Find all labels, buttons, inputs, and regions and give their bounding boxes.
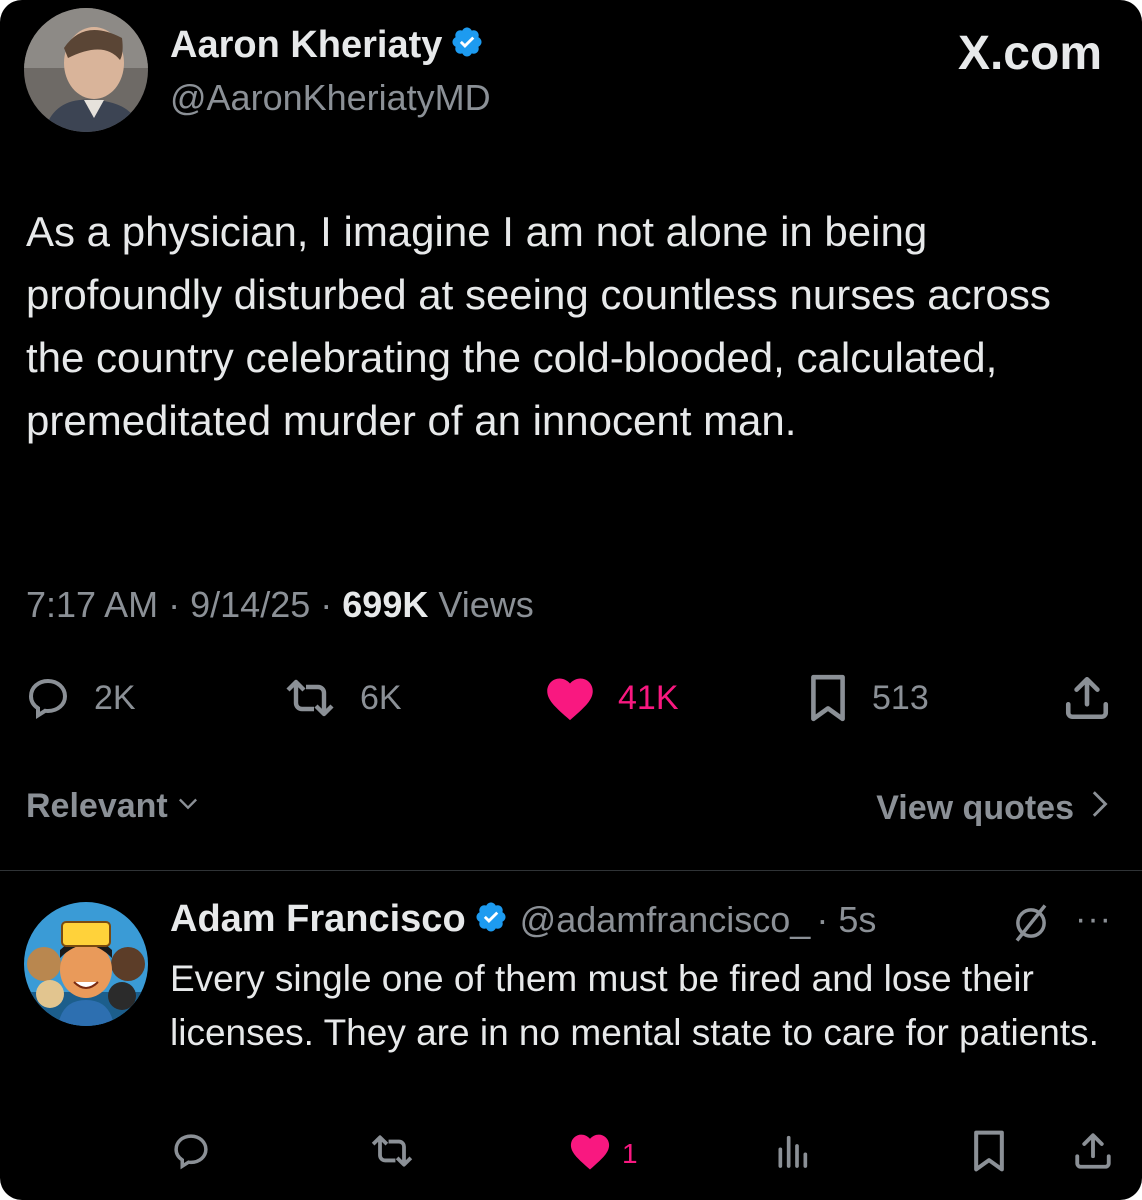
reply-author-avatar[interactable] xyxy=(24,902,148,1026)
verified-badge-icon xyxy=(450,25,484,69)
reply-repost-button[interactable] xyxy=(368,1132,416,1176)
slashed-circle-icon[interactable] xyxy=(1010,902,1052,949)
post-time[interactable]: 7:17 AM xyxy=(26,584,158,625)
author-name-text: Aaron Kheriaty xyxy=(170,24,443,66)
bookmark-icon xyxy=(806,673,850,723)
reply-share-button[interactable] xyxy=(1072,1132,1114,1176)
repost-arrows-icon xyxy=(368,1130,416,1179)
bookmark-icon xyxy=(970,1129,1008,1180)
author-handle[interactable]: @AaronKheriatyMD xyxy=(170,77,491,119)
bookmark-button[interactable]: 513 xyxy=(806,672,929,724)
reply-reply-button[interactable] xyxy=(170,1132,212,1176)
reply-header: Adam Francisco @adamfrancisco_ · 5s xyxy=(170,898,876,941)
view-quotes-link[interactable]: View quotes xyxy=(876,787,1112,830)
reply-author-handle[interactable]: @adamfrancisco_ xyxy=(520,899,811,941)
more-options-button[interactable]: ··· xyxy=(1075,900,1112,939)
divider xyxy=(0,870,1142,871)
heart-icon xyxy=(544,674,596,722)
verified-badge-icon xyxy=(474,900,508,939)
heart-icon xyxy=(568,1131,612,1178)
views-label: Views xyxy=(438,584,534,625)
reply-like-count: 1 xyxy=(622,1138,638,1169)
chevron-down-icon xyxy=(174,787,202,826)
repost-button[interactable]: 6K xyxy=(282,672,402,724)
reply-age[interactable]: · 5s xyxy=(816,899,876,941)
author-name[interactable]: Aaron Kheriaty xyxy=(170,24,484,69)
reply-author-name[interactable]: Adam Francisco xyxy=(170,898,466,941)
reply-like-button[interactable]: 1 xyxy=(568,1132,638,1176)
views-count: 699K xyxy=(342,584,429,625)
view-quotes-label: View quotes xyxy=(876,789,1074,827)
share-upload-icon xyxy=(1072,1130,1114,1179)
like-count: 41K xyxy=(618,678,679,717)
post-text: As a physician, I imagine I am not alone… xyxy=(26,208,1051,444)
repost-count: 6K xyxy=(360,678,402,717)
post-date[interactable]: 9/14/25 xyxy=(190,584,310,625)
bar-chart-icon xyxy=(772,1131,812,1178)
bookmark-count: 513 xyxy=(872,678,929,717)
reply-text: Every single one of them must be fired a… xyxy=(170,958,1099,1053)
speech-bubble-icon xyxy=(170,1130,212,1179)
reply-button[interactable]: 2K xyxy=(24,672,136,724)
post-card: Aaron Kheriaty @AaronKheriatyMD X.com As… xyxy=(0,0,1142,1200)
chevron-right-icon xyxy=(1086,787,1112,830)
speech-bubble-icon xyxy=(24,674,72,722)
reply-bookmark-button[interactable] xyxy=(970,1130,1008,1176)
meta-separator: · xyxy=(320,584,333,625)
brand-logo: X.com xyxy=(957,27,1102,80)
repost-arrows-icon xyxy=(282,674,338,722)
sort-label: Relevant xyxy=(26,787,168,825)
reply-views-button[interactable] xyxy=(772,1132,812,1176)
post-meta: 7:17 AM · 9/14/25 · 699K Views xyxy=(26,584,534,626)
share-button[interactable] xyxy=(1062,672,1112,724)
author-avatar[interactable] xyxy=(24,8,148,132)
share-upload-icon xyxy=(1062,673,1112,723)
reply-count: 2K xyxy=(94,678,136,717)
sort-dropdown[interactable]: Relevant xyxy=(26,787,202,826)
like-button[interactable]: 41K xyxy=(544,672,679,724)
meta-separator: · xyxy=(168,584,181,625)
